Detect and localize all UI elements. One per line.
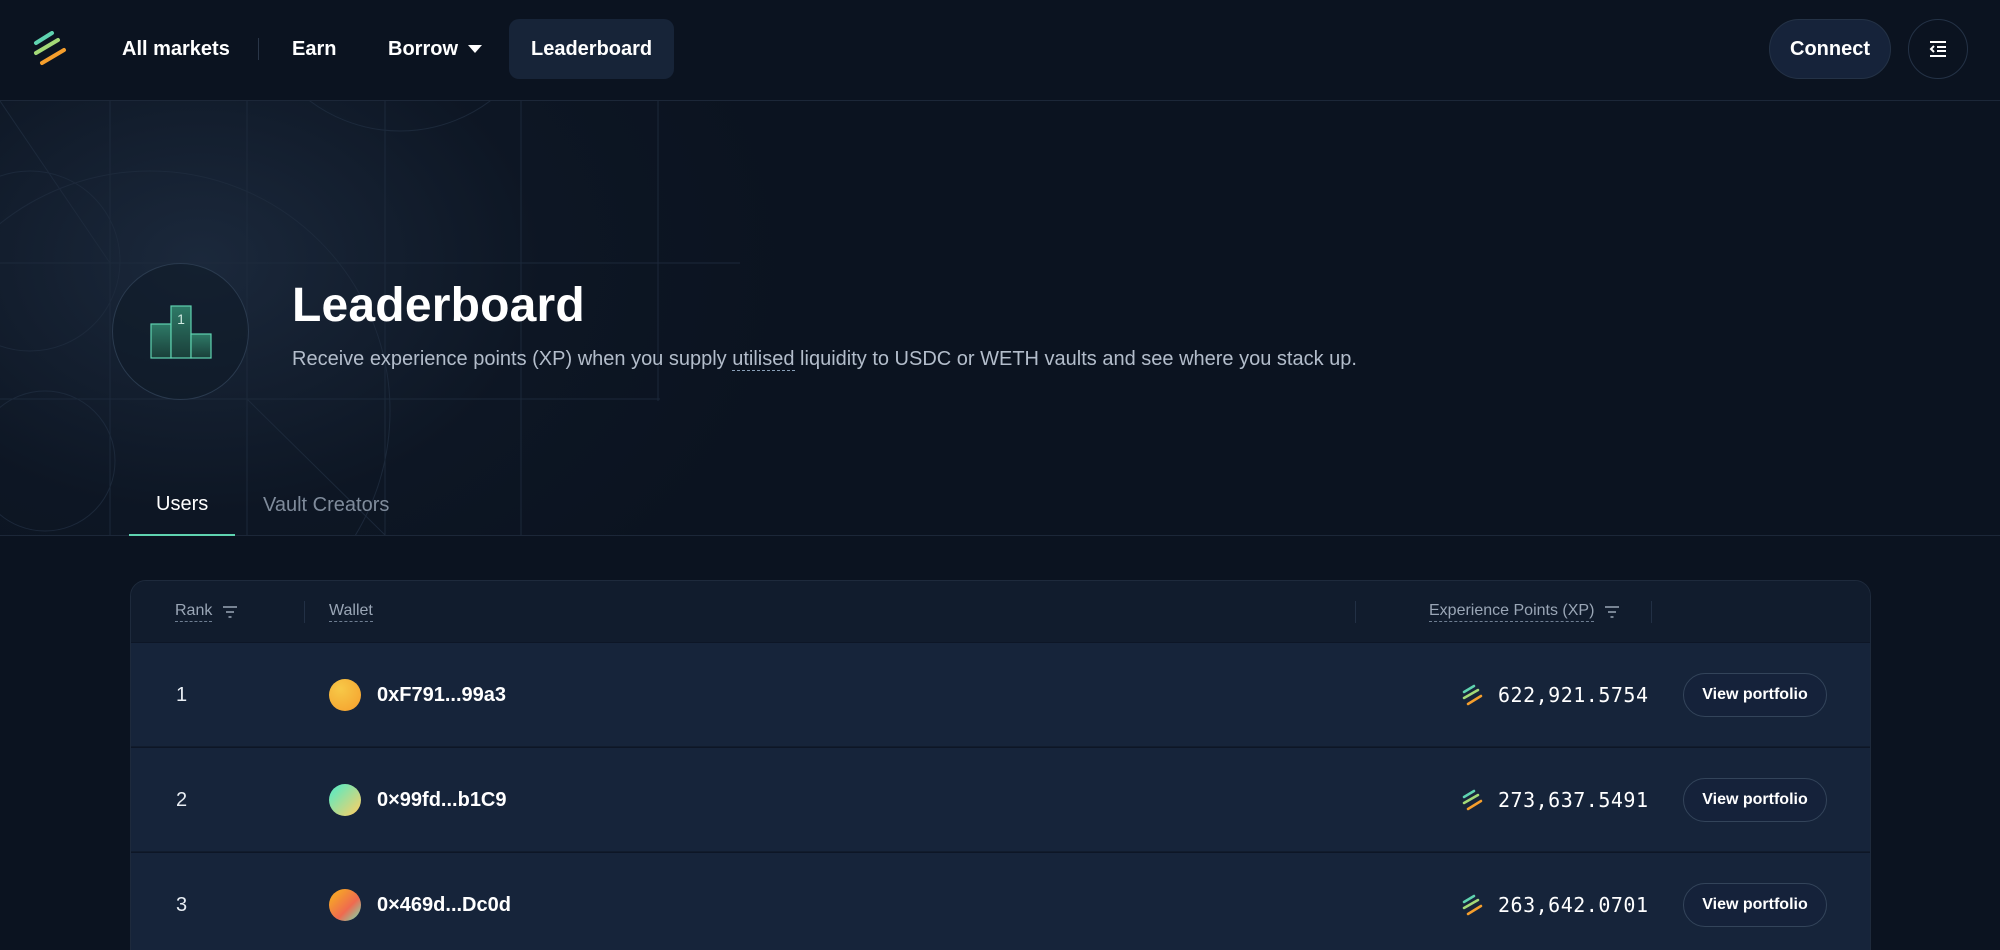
wallet-avatar [329,679,361,711]
subtitle-text-start: Receive experience points (XP) when you … [292,348,733,370]
table-row[interactable]: 2 0×99fd...b1C9 273,637.5491 View portfo… [131,747,1870,851]
view-portfolio-button[interactable]: View portfolio [1683,883,1827,927]
view-portfolio-button[interactable]: View portfolio [1683,673,1827,717]
tab-users[interactable]: Users [129,474,236,536]
wallet-address[interactable]: 0xF791...99a3 [377,643,506,747]
rank-cell: 1 [176,683,188,706]
collapse-menu-icon [1929,41,1946,57]
rank-cell: 2 [176,788,188,811]
table-header: Rank Wallet Experience Points (XP) [131,581,1870,642]
rank-header-label: Rank [175,602,213,622]
podium-icon: 1 [149,304,212,359]
xp-header-label: Experience Points (XP) [1429,602,1595,622]
leaderboard-trophy: 1 [112,263,249,400]
rank-cell: 3 [176,893,188,916]
table-row[interactable]: 1 0xF791...99a3 622,921.5754 View portfo… [131,642,1870,746]
page-title: Leaderboard [292,279,585,332]
column-header-xp[interactable]: Experience Points (XP) [1429,581,1620,642]
leaderboard-table: Rank Wallet Experience Points (XP) 1 0xF… [130,580,1871,950]
nav-borrow-label: Borrow [388,37,458,60]
menu-button[interactable] [1908,19,1968,79]
xp-token-icon [1462,789,1483,811]
header-divider [304,601,305,623]
nav-all-markets[interactable]: All markets [100,19,252,79]
wallet-avatar [329,784,361,816]
xp-value: 273,637.5491 [1498,788,1649,812]
subtitle-text-end: liquidity to USDC or WETH vaults and see… [794,348,1357,370]
sort-filter-icon[interactable] [1604,605,1620,618]
wallet-address[interactable]: 0×99fd...b1C9 [377,748,507,852]
page-subtitle: Receive experience points (XP) when you … [292,348,1357,371]
utilised-tooltip-term[interactable]: utilised [732,348,795,371]
top-navigation: All markets Earn Borrow Leaderboard Conn… [0,0,2000,101]
table-row[interactable]: 3 0×469d...Dc0d 263,642.0701 View portfo… [131,852,1870,950]
wallet-address[interactable]: 0×469d...Dc0d [377,853,511,950]
sort-filter-icon[interactable] [222,605,238,618]
nav-divider [258,38,259,60]
chevron-down-icon [468,45,482,53]
tab-vault-creators[interactable]: Vault Creators [236,474,416,536]
xp-token-icon [1462,684,1483,706]
view-portfolio-button[interactable]: View portfolio [1683,778,1827,822]
column-header-wallet: Wallet [329,581,373,642]
nav-borrow[interactable]: Borrow [366,19,504,79]
xp-value: 263,642.0701 [1498,893,1649,917]
wallet-avatar [329,889,361,921]
nav-leaderboard[interactable]: Leaderboard [509,19,675,79]
connect-button[interactable]: Connect [1769,19,1891,79]
header-divider [1651,601,1652,623]
xp-token-icon [1462,894,1483,916]
column-header-rank[interactable]: Rank [175,581,238,642]
header-divider [1355,601,1356,623]
wallet-header-label: Wallet [329,602,373,622]
app-logo-icon[interactable] [32,31,68,67]
nav-earn[interactable]: Earn [270,19,358,79]
xp-value: 622,921.5754 [1498,683,1649,707]
podium-number: 1 [177,311,185,327]
